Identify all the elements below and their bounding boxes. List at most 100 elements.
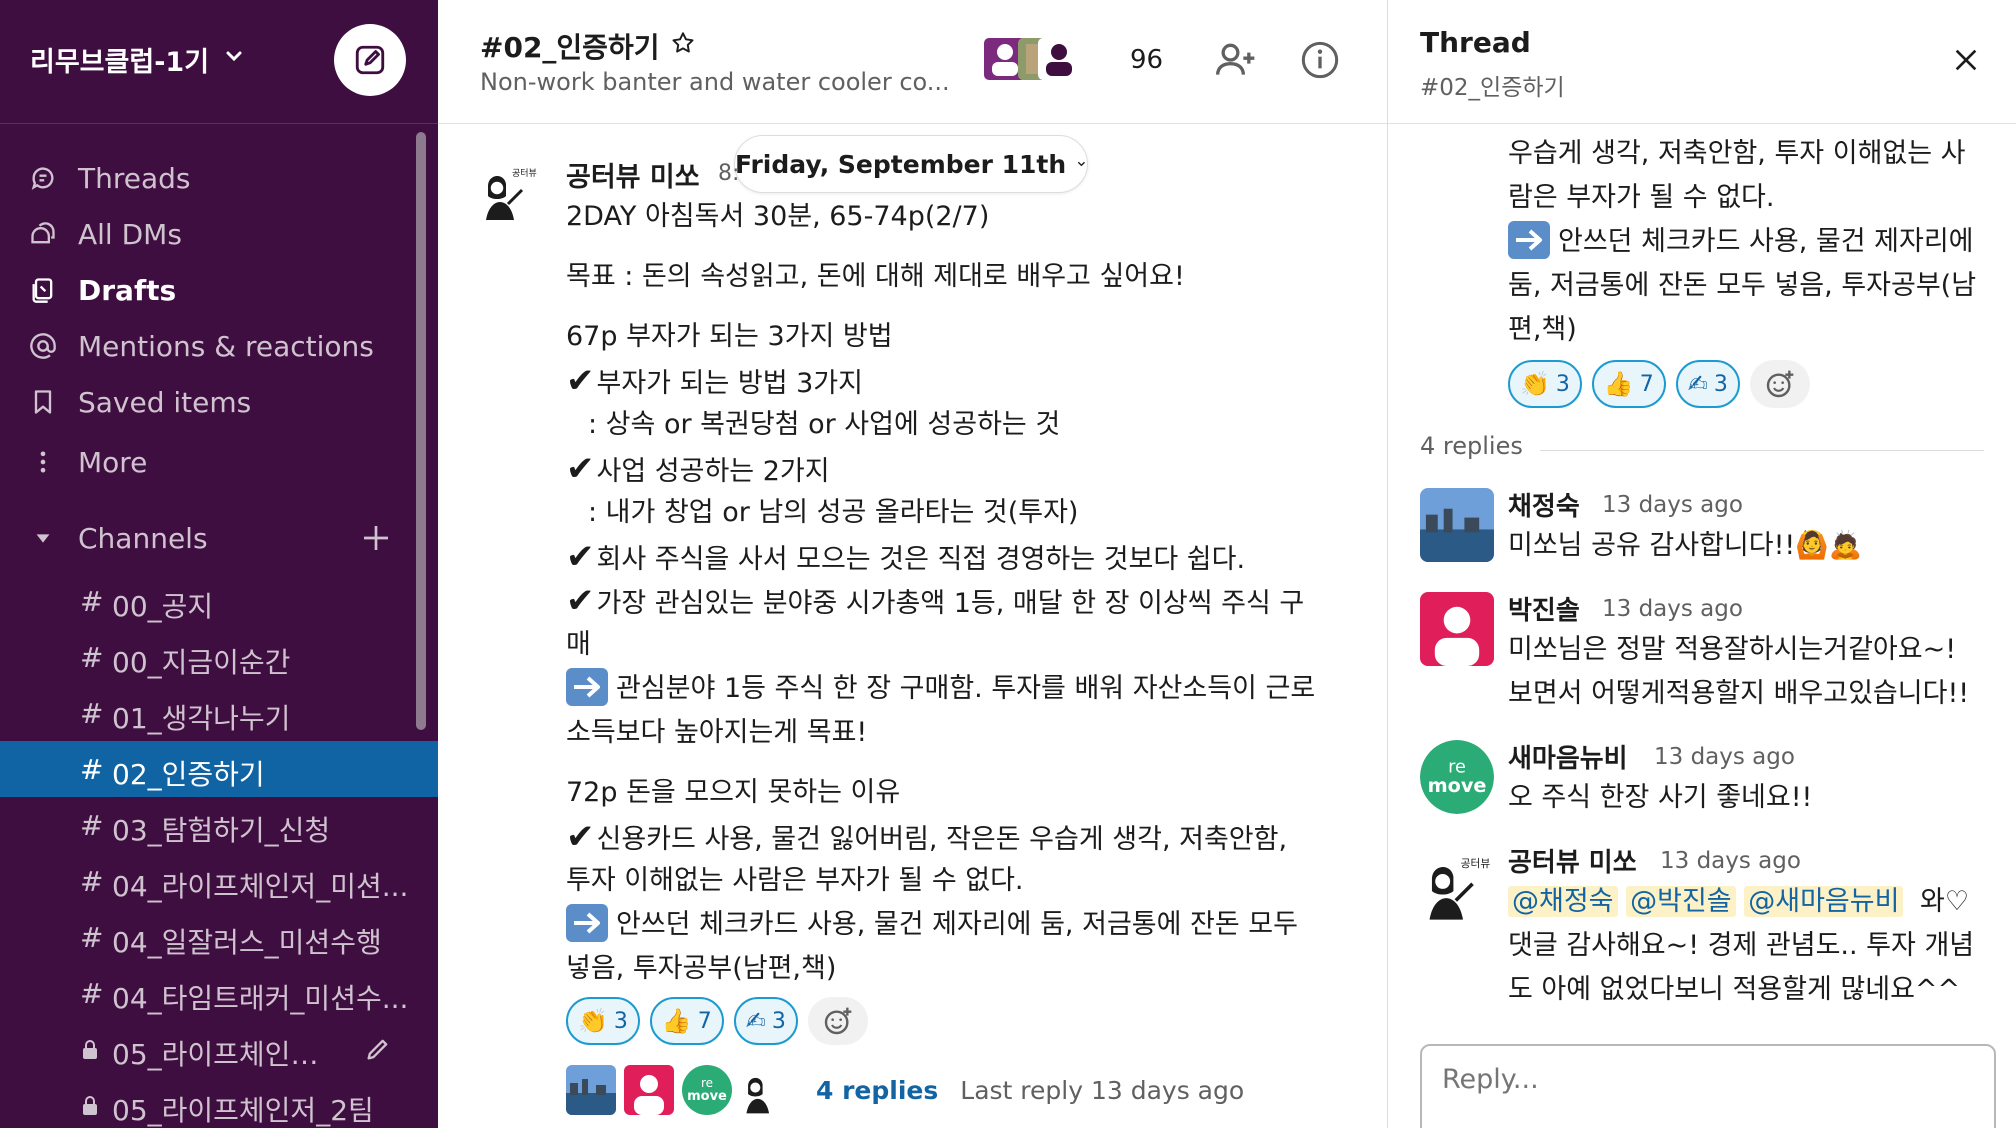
slack-app: 리무브클럽-1기 Threads All DMs Drafts Mentions… <box>0 0 2016 1128</box>
message-list: 공터뷰 Friday, September 11th 공터뷰 미쏘 8: 2DA… <box>438 125 1387 1128</box>
channel-item[interactable]: #04_라이프체인저_미션... <box>0 853 438 909</box>
right-arrow-icon <box>566 667 608 706</box>
add-user-icon[interactable] <box>1214 38 1258 82</box>
caret-down-icon[interactable] <box>28 523 58 553</box>
parent-message-line: 편,책) <box>1508 314 1577 345</box>
reply-input[interactable] <box>1422 1046 1994 1113</box>
channel-topic[interactable]: Non-work banter and water cooler co... <box>480 68 950 96</box>
channel-item[interactable]: #01_생각나누기 <box>0 685 438 741</box>
reply-text: 미쏘님 공유 감사합니다!!🙆🙇 <box>1508 530 1863 561</box>
at-sign-icon <box>28 331 58 361</box>
line-text: 부자가 되는 방법 3가지 <box>596 368 864 399</box>
reaction-thumbsup[interactable]: 👍 7 <box>1591 360 1666 408</box>
add-reaction-button[interactable] <box>1749 360 1810 408</box>
reaction-writing[interactable]: ✍ 3 <box>733 997 798 1045</box>
writing-hand-emoji: ✍ <box>1687 370 1708 398</box>
info-icon[interactable] <box>1300 40 1340 80</box>
nav-saved[interactable]: Saved items <box>0 374 420 430</box>
add-reaction-button[interactable] <box>807 997 868 1045</box>
channel-item[interactable]: #00_지금이순간 <box>0 629 438 685</box>
add-channel-icon[interactable] <box>360 522 392 554</box>
channel-item[interactable]: #04_일잘러스_미션수행 <box>0 909 438 965</box>
message-line: 매 <box>566 629 591 660</box>
reply-timestamp[interactable]: 13 days ago <box>1602 596 1743 622</box>
nav-all-dms[interactable]: All DMs <box>0 206 420 262</box>
reaction-clap[interactable]: 👏 3 <box>566 997 640 1045</box>
message-line: 소득보다 높아지는게 목표! <box>566 717 868 748</box>
channel-item-active[interactable]: #02_인증하기 <box>0 741 438 797</box>
message-author[interactable]: 공터뷰 미쏘 <box>566 155 700 194</box>
channel-item[interactable]: #00_공지 <box>0 573 438 629</box>
channel-item[interactable]: #04_타임트래커_미션수... <box>0 965 438 1021</box>
member-avatars[interactable] <box>981 34 1080 84</box>
replies-link[interactable]: 4 replies <box>816 1076 938 1105</box>
avatar-logo-text: 공터뷰 <box>1461 857 1491 870</box>
thumbsup-emoji: 👍 <box>661 1007 692 1035</box>
line-text: 관심분야 1등 주식 한 장 구매함. 투자를 배워 자산소득이 근로 <box>616 673 1316 704</box>
add-emoji-icon <box>1766 370 1794 398</box>
message-line: 넣음, 투자공부(남편,책) <box>566 953 837 984</box>
drafts-icon <box>28 275 58 305</box>
channel-title[interactable]: #02_인증하기 <box>480 26 659 66</box>
channel-name: 04_타임트래커_미션수... <box>112 982 409 1015</box>
thread-replies-bar[interactable]: re move 4 replies Last reply 13 days ago <box>566 1063 1244 1117</box>
date-label: Friday, September 11th <box>735 149 1067 179</box>
checkmark-icon: ✔ <box>566 581 595 621</box>
parent-message-line: 우습게 생각, 저축안함, 투자 이해없는 사 <box>1508 138 1966 169</box>
reply-timestamp[interactable]: 13 days ago <box>1654 744 1795 770</box>
channel-item[interactable]: #03_탐험하기_신청 <box>0 797 438 853</box>
user-mention[interactable]: @채정숙 <box>1508 886 1618 917</box>
threads-icon <box>28 163 58 193</box>
message-line: : 상속 or 복권당첨 or 사업에 성공하는 것 <box>588 409 1061 440</box>
reply-timestamp[interactable]: 13 days ago <box>1602 492 1743 518</box>
user-mention[interactable]: @박진솔 <box>1626 886 1736 917</box>
nav-more[interactable]: More <box>0 434 420 490</box>
workspace-header[interactable]: 리무브클럽-1기 <box>0 0 438 124</box>
avatar[interactable] <box>1420 592 1494 666</box>
reply-author[interactable]: 박진솔 <box>1508 590 1580 627</box>
thumbsup-emoji: 👍 <box>1603 370 1634 398</box>
avatar <box>624 1065 674 1115</box>
reply-text: 도 아예 없었다보니 적용할게 많네요^^ <box>1508 974 1961 1005</box>
date-divider-button[interactable]: Friday, September 11th <box>734 135 1088 193</box>
nav-drafts[interactable]: Drafts <box>0 262 420 318</box>
channels-section-header[interactable]: Channels <box>0 510 420 566</box>
reaction-writing[interactable]: ✍ 3 <box>1675 360 1740 408</box>
reply-composer[interactable] <box>1420 1044 1996 1128</box>
avatar[interactable]: 공터뷰 <box>478 160 540 222</box>
member-count[interactable]: 96 <box>1130 45 1163 75</box>
channel-item-private[interactable]: 05_라이프체인저... <box>0 1021 438 1077</box>
nav-label: All DMs <box>78 217 182 251</box>
reply-author[interactable]: 새마음뉴비 <box>1508 738 1628 775</box>
message-line: : 내가 창업 or 남의 성공 올라타는 것(투자) <box>588 497 1079 528</box>
close-icon[interactable] <box>1950 44 1982 76</box>
message-timestamp[interactable]: 8: <box>718 161 738 186</box>
message-line: 관심분야 1등 주식 한 장 구매함. 투자를 배워 자산소득이 근로 <box>566 667 1315 711</box>
reaction-clap[interactable]: 👏 3 <box>1508 360 1582 408</box>
nav-label: Threads <box>78 161 191 195</box>
nav-label: More <box>78 445 148 479</box>
channel-item-private[interactable]: 05_라이프체인저_2팀 <box>0 1077 438 1128</box>
replies-count-label: 4 replies <box>1420 432 1523 460</box>
lock-icon <box>83 1040 97 1059</box>
star-icon[interactable] <box>670 30 696 56</box>
nav-threads[interactable]: Threads <box>0 150 420 206</box>
message-line: ✔가장 관심있는 분야중 시가총액 1등, 매달 한 장 이상씩 주식 구 <box>566 579 1304 626</box>
reaction-thumbsup[interactable]: 👍 7 <box>649 997 724 1045</box>
reply-author[interactable]: 공터뷰 미쏘 <box>1508 842 1637 879</box>
pencil-icon[interactable] <box>364 1035 392 1063</box>
compose-button[interactable] <box>334 24 406 96</box>
avatar[interactable]: re move <box>1420 740 1494 814</box>
nav-mentions[interactable]: Mentions & reactions <box>0 318 420 374</box>
hash-icon: # <box>80 641 104 674</box>
sidebar-scrollbar[interactable] <box>416 132 426 730</box>
avatar[interactable]: 공터뷰 <box>1420 848 1494 922</box>
workspace-name[interactable]: 리무브클럽-1기 <box>30 40 209 79</box>
user-mention[interactable]: @새마음뉴비 <box>1744 886 1904 917</box>
reply-timestamp[interactable]: 13 days ago <box>1660 848 1801 874</box>
thread-channel[interactable]: #02_인증하기 <box>1420 68 1565 102</box>
avatar[interactable] <box>1420 488 1494 562</box>
reaction-bar: 👏 3 👍 7 ✍ 3 <box>566 997 868 1045</box>
chevron-down-icon[interactable] <box>222 44 246 68</box>
reply-author[interactable]: 채정숙 <box>1508 486 1580 523</box>
